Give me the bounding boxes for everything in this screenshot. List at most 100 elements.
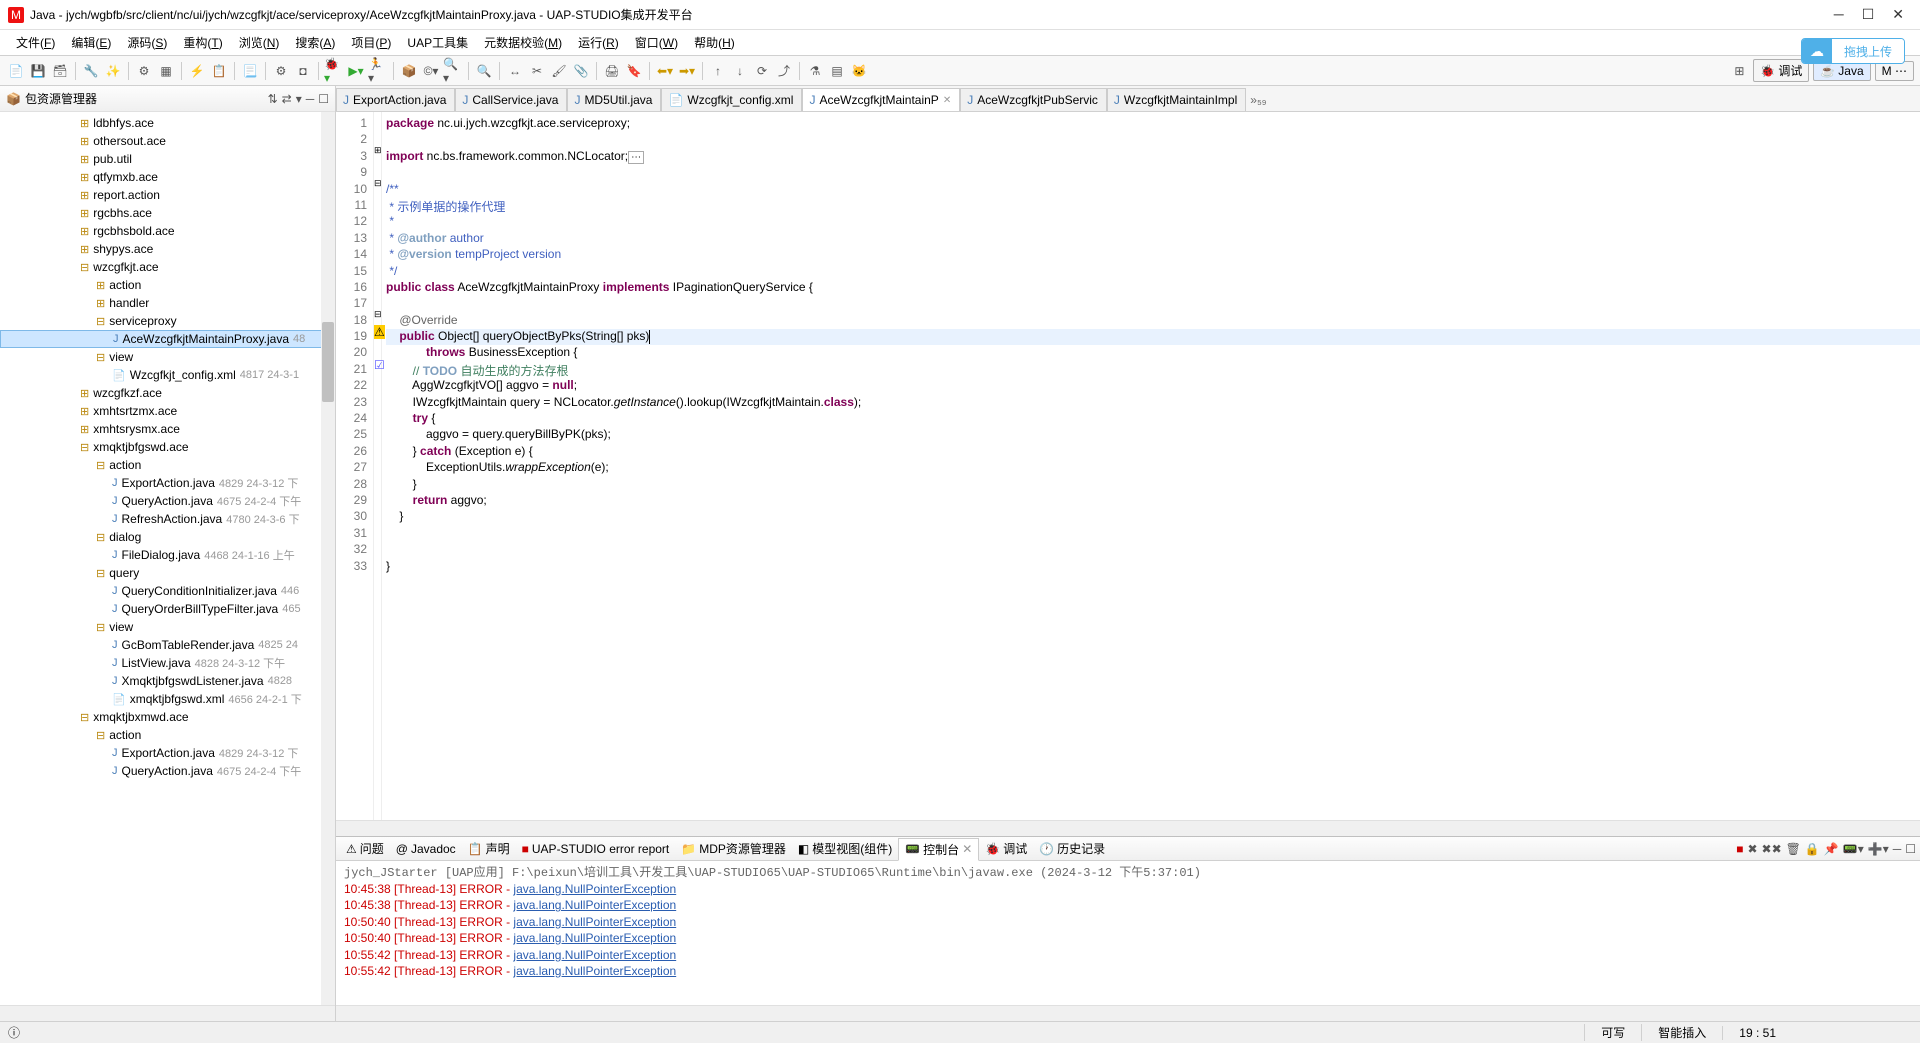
link-editor-icon[interactable]: ⇄ <box>282 92 292 106</box>
console-hscroll[interactable] <box>336 1005 1920 1021</box>
bottom-tab[interactable]: ◧模型视图(组件) <box>792 838 898 859</box>
clip-icon[interactable]: 📎 <box>571 61 591 81</box>
doc-icon[interactable]: 📃 <box>240 61 260 81</box>
minimize-view-icon[interactable]: ─ <box>306 92 315 106</box>
tree-item[interactable]: JRefreshAction.java4780 24-3-6 下 <box>0 510 335 528</box>
print-icon[interactable]: 🖨 <box>602 61 622 81</box>
save-icon[interactable]: 💾 <box>28 61 48 81</box>
tree-item[interactable]: 📄Wzcgfkjt_config.xml4817 24-3-1 <box>0 366 335 384</box>
close-button[interactable]: ✕ <box>1892 6 1904 23</box>
menu-item[interactable]: 源码(S) <box>119 32 175 53</box>
minimize-button[interactable]: ─ <box>1834 6 1844 23</box>
new-icon[interactable]: 📄 <box>6 61 26 81</box>
new-class-icon[interactable]: ©▾ <box>421 61 441 81</box>
editor-tab[interactable]: JWzcgfkjtMaintainImpl <box>1107 88 1246 111</box>
close-tab-icon[interactable]: ✕ <box>962 842 972 856</box>
more-tabs-button[interactable]: »₅₉ <box>1246 89 1270 111</box>
tree-item[interactable]: ⊞rgcbhs.ace <box>0 204 335 222</box>
back-icon[interactable]: ⬅▾ <box>655 61 675 81</box>
code-area[interactable]: package nc.ui.jych.wzcgfkjt.ace.servicep… <box>382 112 1920 820</box>
tree-item[interactable]: JXmqktjbfgswdListener.java4828 <box>0 672 335 690</box>
save-all-icon[interactable]: 🗃 <box>50 61 70 81</box>
menu-item[interactable]: 帮助(H) <box>686 32 743 53</box>
editor-tab[interactable]: JAceWzcgfkjtPubServic <box>960 88 1107 111</box>
tree-item[interactable]: ⊟xmqktjbfgswd.ace <box>0 438 335 456</box>
toggle-icon[interactable]: ↔ <box>505 61 525 81</box>
exception-link[interactable]: java.lang.NullPointerException <box>513 882 676 896</box>
editor-tab[interactable]: JMD5Util.java <box>567 88 661 111</box>
scroll-lock-icon[interactable]: 🔒 <box>1805 842 1820 856</box>
tree-item[interactable]: ⊞rgcbhsbold.ace <box>0 222 335 240</box>
menu-item[interactable]: 元数据校验(M) <box>476 32 570 53</box>
bookmark-icon[interactable]: 🔖 <box>624 61 644 81</box>
tree-item[interactable]: JAceWzcgfkjtMaintainProxy.java48 <box>0 330 335 348</box>
ext-run-icon[interactable]: 🏃▾ <box>368 61 388 81</box>
cat-icon[interactable]: 🐱 <box>849 61 869 81</box>
line-gutter[interactable]: 1239101112131415161718192021222324252627… <box>336 112 374 820</box>
wand-icon[interactable]: ✨ <box>103 61 123 81</box>
tree-item[interactable]: ⊟xmqktjbxmwd.ace <box>0 708 335 726</box>
cut-icon[interactable]: ✂ <box>527 61 547 81</box>
table-icon[interactable]: ▦ <box>156 61 176 81</box>
menu-item[interactable]: 运行(R) <box>570 32 627 53</box>
tree-item[interactable]: ⊟view <box>0 618 335 636</box>
bottom-tab[interactable]: ■UAP-STUDIO error report <box>516 840 676 858</box>
debug-icon[interactable]: 🐞▾ <box>324 61 344 81</box>
tree-item[interactable]: JGcBomTableRender.java4825 24 <box>0 636 335 654</box>
open-perspective-icon[interactable]: ⊞ <box>1729 61 1749 81</box>
exception-link[interactable]: java.lang.NullPointerException <box>513 915 676 929</box>
tree-item[interactable]: ⊞qtfymxb.ace <box>0 168 335 186</box>
tool-icon[interactable]: 🔧 <box>81 61 101 81</box>
max-console-icon[interactable]: ☐ <box>1905 842 1916 856</box>
brush-icon[interactable]: 🖌 <box>549 61 569 81</box>
remove-launch-icon[interactable]: ✖ <box>1747 842 1757 856</box>
tree-item[interactable]: JExportAction.java4829 24-3-12 下 <box>0 474 335 492</box>
editor-tab[interactable]: JExportAction.java <box>336 88 455 111</box>
tree-item[interactable]: ⊞wzcgfkzf.ace <box>0 384 335 402</box>
exception-link[interactable]: java.lang.NullPointerException <box>513 898 676 912</box>
pin-console-icon[interactable]: 📌 <box>1824 842 1839 856</box>
clear-console-icon[interactable]: 🗑 <box>1786 842 1801 856</box>
tree-scrollbar[interactable] <box>321 112 335 1005</box>
layout-icon[interactable]: ▤ <box>827 61 847 81</box>
run-icon[interactable]: ▶▾ <box>346 61 366 81</box>
package-tree[interactable]: ⊞ldbhfys.ace⊞othersout.ace⊞pub.util⊞qtfy… <box>0 112 335 1005</box>
tree-item[interactable]: ⊞handler <box>0 294 335 312</box>
maximize-button[interactable]: ☐ <box>1862 6 1875 23</box>
menu-item[interactable]: 搜索(A) <box>287 32 343 53</box>
tree-item[interactable]: ⊟wzcgfkjt.ace <box>0 258 335 276</box>
bottom-tab[interactable]: 📋声明 <box>462 838 516 859</box>
view-menu-icon[interactable]: ▾ <box>296 92 302 106</box>
tree-item[interactable]: ⊞report.action <box>0 186 335 204</box>
tree-item[interactable]: JListView.java4828 24-3-12 下午 <box>0 654 335 672</box>
menu-item[interactable]: 项目(P) <box>343 32 399 53</box>
tree-item[interactable]: JQueryOrderBillTypeFilter.java465 <box>0 600 335 618</box>
clipboard-icon[interactable]: 📋 <box>209 61 229 81</box>
tree-item[interactable]: ⊟query <box>0 564 335 582</box>
filter-icon[interactable]: ⚗ <box>805 61 825 81</box>
menu-item[interactable]: UAP工具集 <box>399 32 476 53</box>
editor-hscroll[interactable] <box>336 820 1920 836</box>
tree-item[interactable]: ⊞action <box>0 276 335 294</box>
tree-item[interactable]: ⊞othersout.ace <box>0 132 335 150</box>
upload-button[interactable]: ☁ 拖拽上传 <box>1801 38 1905 64</box>
open-console-icon[interactable]: ➕▾ <box>1868 842 1889 856</box>
lightning-icon[interactable]: ⚡ <box>187 61 207 81</box>
tree-item[interactable]: ⊞xmhtsrysmx.ace <box>0 420 335 438</box>
fold-gutter[interactable]: ⊞⊟⊟⚠☑ <box>374 112 382 820</box>
bottom-tab[interactable]: @Javadoc <box>390 840 462 858</box>
menu-item[interactable]: 浏览(N) <box>231 32 288 53</box>
menu-item[interactable]: 文件(F) <box>8 32 63 53</box>
misc-icon[interactable]: ◘ <box>293 61 313 81</box>
menu-item[interactable]: 重构(T) <box>175 32 230 53</box>
menu-item[interactable]: 窗口(W) <box>627 32 686 53</box>
menu-item[interactable]: 编辑(E) <box>63 32 119 53</box>
tree-item[interactable]: JExportAction.java4829 24-3-12 下 <box>0 744 335 762</box>
misc3-icon[interactable]: ⤴ <box>774 61 794 81</box>
bottom-tab[interactable]: 📟控制台 ✕ <box>898 838 979 861</box>
min-console-icon[interactable]: ─ <box>1893 842 1902 856</box>
stop-icon[interactable]: ■ <box>1736 842 1743 856</box>
tree-item[interactable]: ⊞xmhtsrtzmx.ace <box>0 402 335 420</box>
new-pkg-icon[interactable]: 📦 <box>399 61 419 81</box>
collapse-all-icon[interactable]: ⇅ <box>268 92 278 106</box>
